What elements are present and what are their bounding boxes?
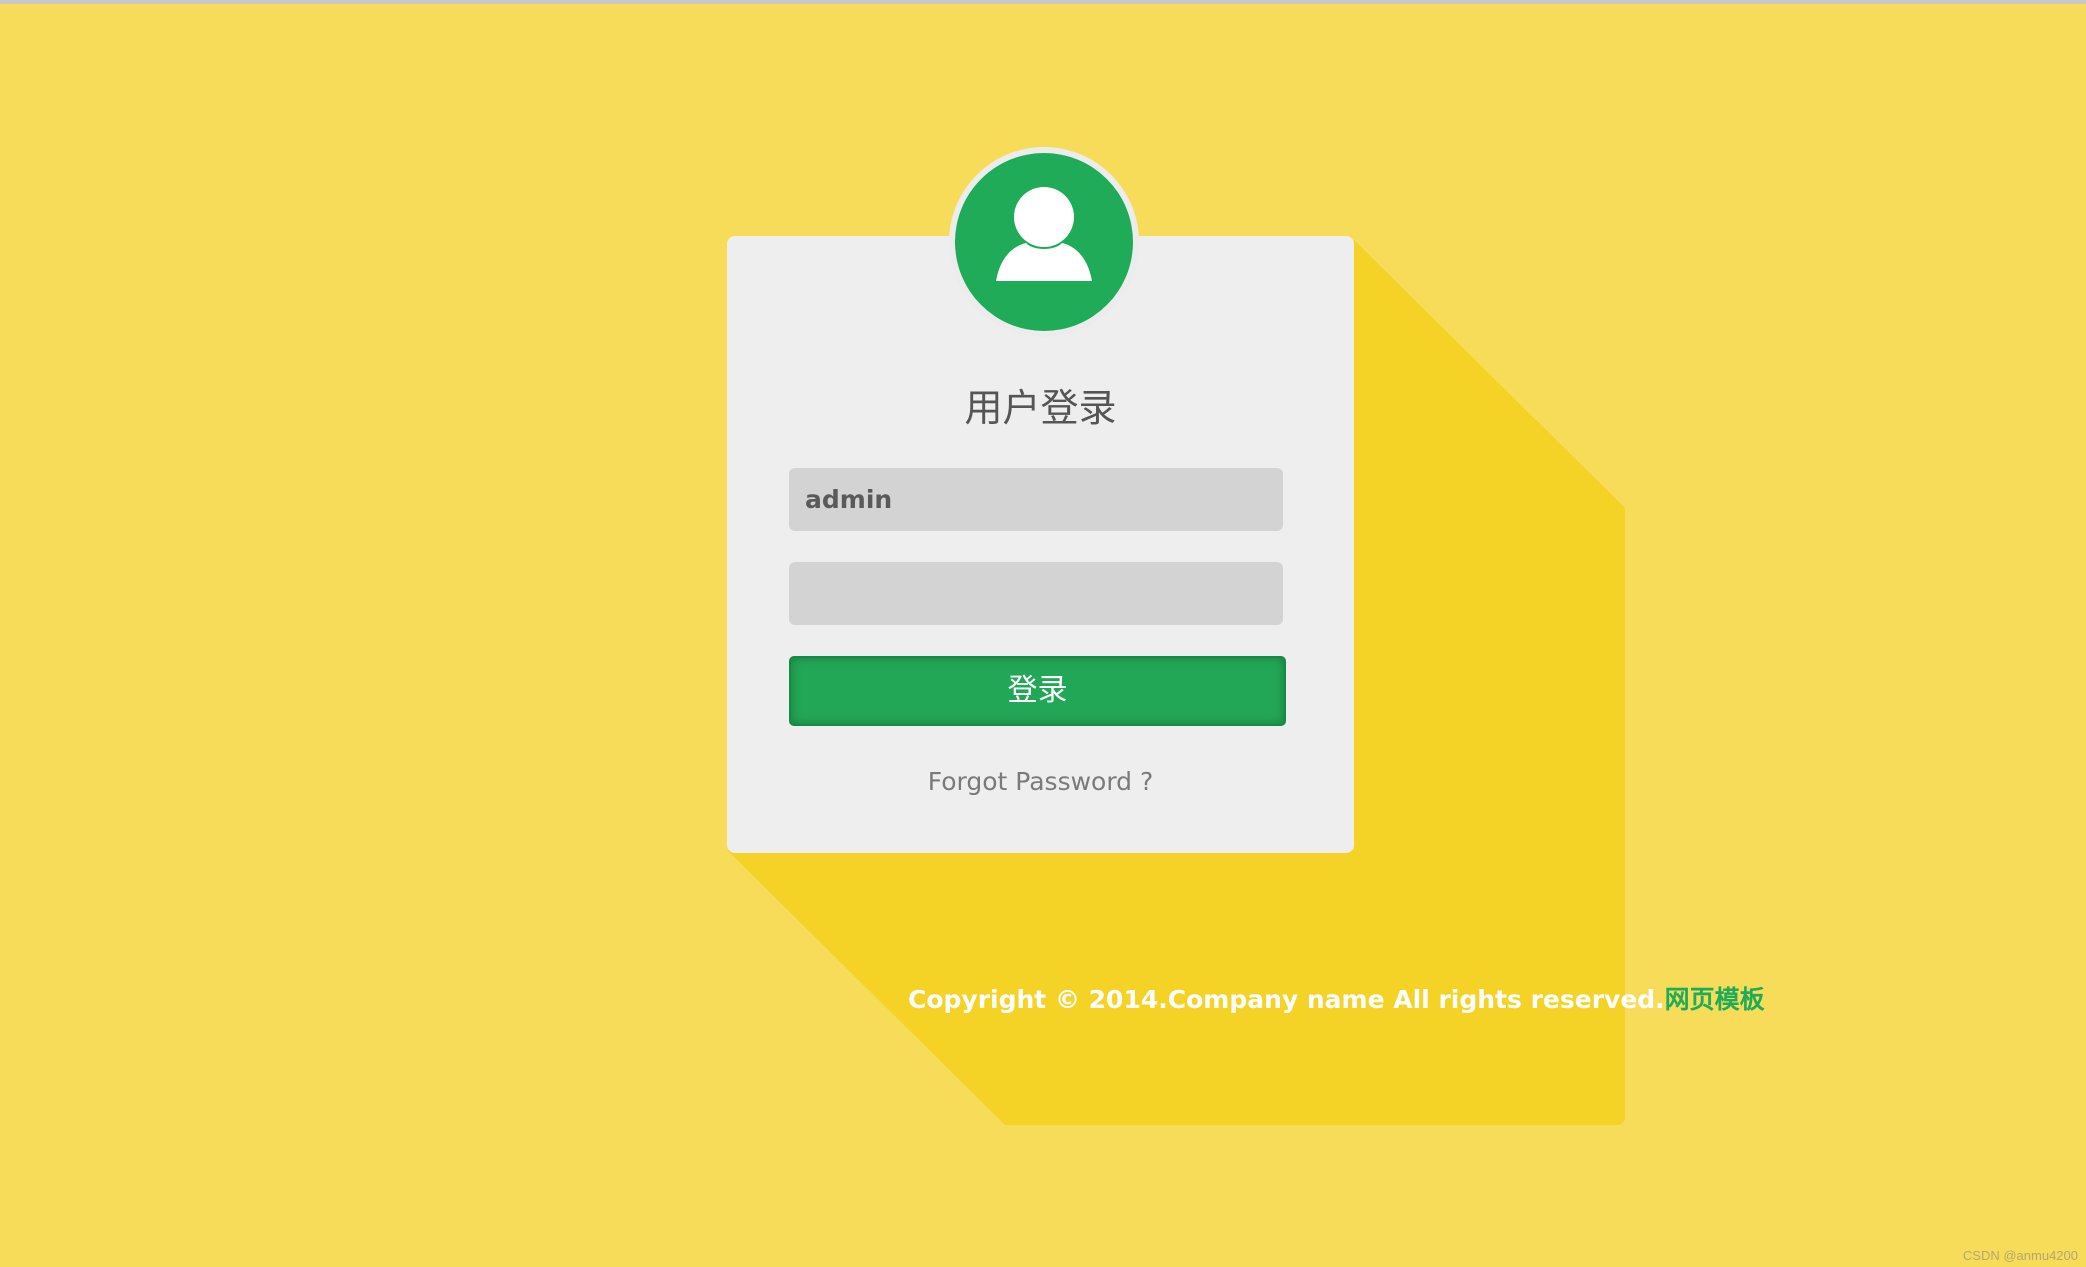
login-title: 用户登录 [964,386,1117,430]
forgot-password-link[interactable]: Forgot Password ? [727,764,1354,800]
user-avatar [955,153,1133,331]
footer: Copyright © 2014.Company name All rights… [908,982,1765,1018]
window-top-border [0,0,2086,4]
password-input[interactable] [789,562,1283,625]
template-link[interactable]: 网页模板 [1665,985,1765,1014]
watermark: CSDN @anmu4200 [1962,1248,2078,1263]
copyright-text: Copyright © 2014.Company name All rights… [908,985,1665,1014]
login-button[interactable]: 登录 [789,656,1286,726]
user-icon [996,187,1092,281]
username-input[interactable]: admin [789,468,1283,531]
